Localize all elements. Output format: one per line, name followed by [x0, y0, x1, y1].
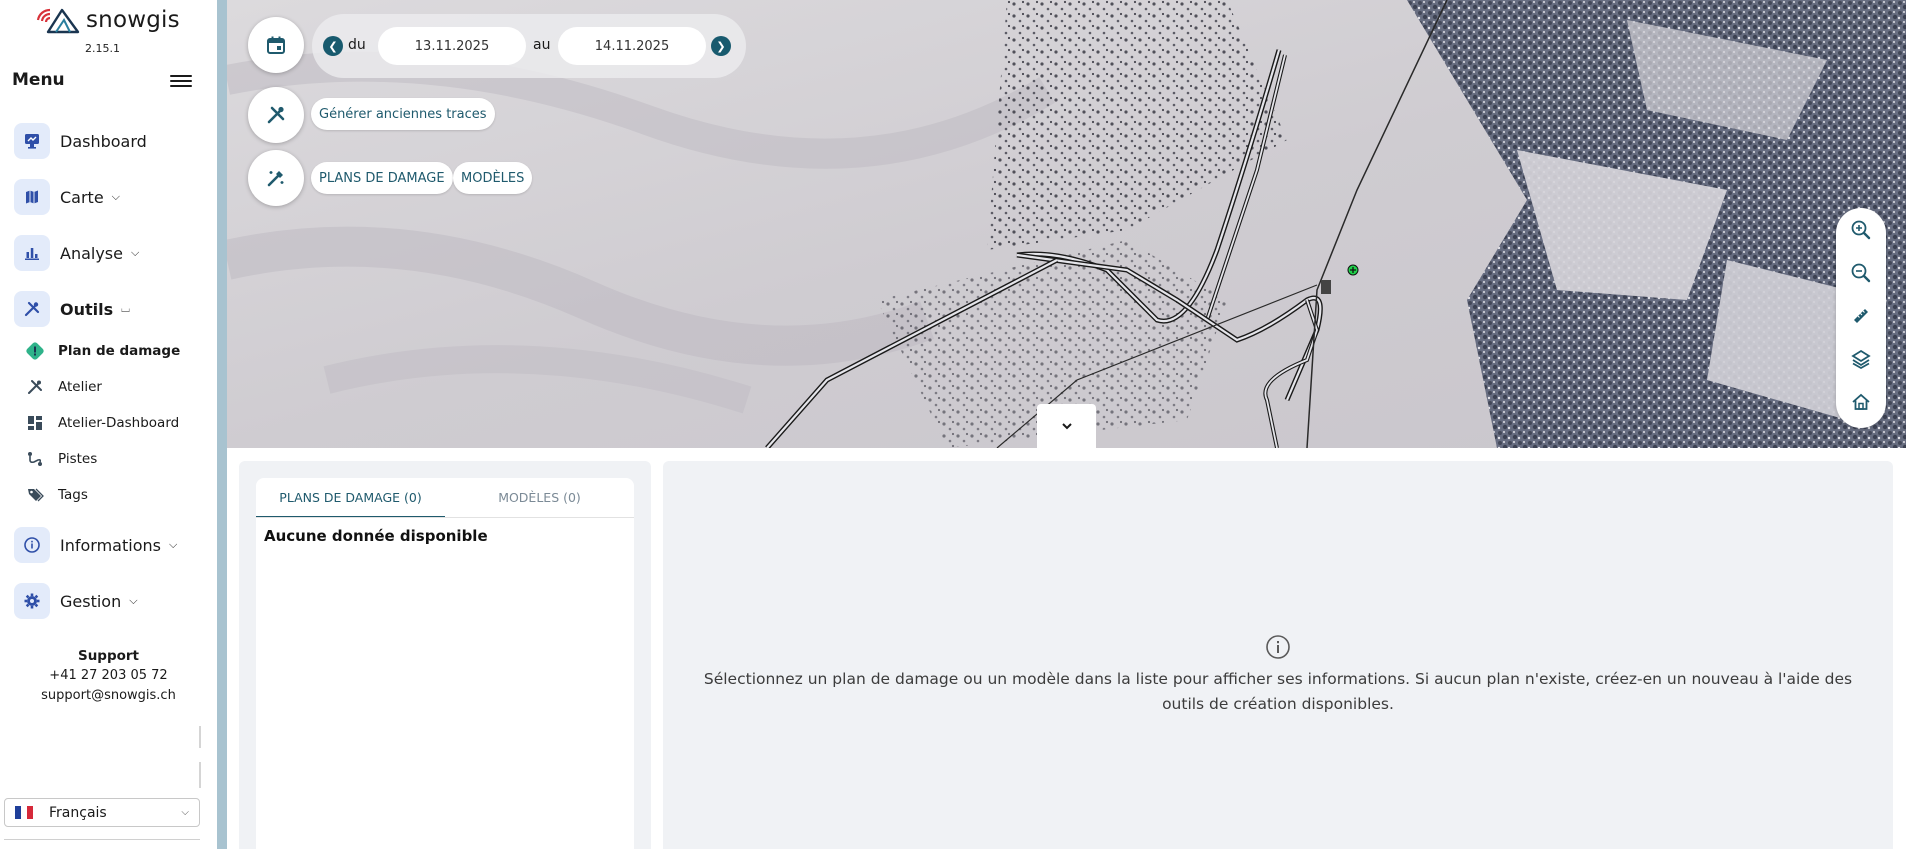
list-card: PLANS DE DAMAGE (0) MODÈLES (0) Aucune d… — [256, 478, 634, 849]
tab-modeles[interactable]: MODÈLES (0) — [445, 478, 634, 518]
info-icon — [14, 527, 50, 563]
ruler-icon — [1854, 309, 1868, 323]
next-date-button[interactable]: ❯ — [711, 36, 731, 56]
zoom-out-icon — [1851, 263, 1871, 283]
sidebar-subitem-label: Plan de damage — [58, 343, 181, 359]
tab-plans-de-damage[interactable]: PLANS DE DAMAGE (0) — [256, 478, 445, 518]
brand-logo[interactable]: snowgis — [36, 6, 180, 34]
layers-icon — [1851, 349, 1871, 370]
menu-title: Menu — [12, 70, 65, 90]
sidebar-item-carte[interactable]: Carte ⌵ — [14, 178, 120, 216]
sidebar-subitem-label: Atelier — [58, 379, 102, 395]
map-icon — [14, 179, 50, 215]
route-icon — [24, 448, 46, 470]
bar-chart-icon — [14, 235, 50, 271]
sidebar-item-informations[interactable]: Informations ⌵ — [14, 526, 177, 564]
sidebar-item-label: Gestion — [60, 591, 122, 611]
chevron-down-icon: ⌵ — [111, 190, 121, 203]
chevron-up-icon: ⌴ — [121, 302, 130, 315]
details-panel: Sélectionnez un plan de damage ou un mod… — [663, 461, 1893, 849]
support-email[interactable]: support@snowgis.ch — [0, 686, 217, 706]
app-version: 2.15.1 — [85, 42, 120, 55]
sidebar-subitem-label: Tags — [58, 487, 88, 503]
french-flag-icon — [15, 806, 33, 819]
info-circle-icon — [1266, 635, 1290, 659]
sidebar-item-label: Analyse — [60, 243, 123, 263]
chevron-down-icon — [1061, 423, 1072, 430]
sidebar-item-label: Outils — [60, 299, 114, 319]
details-info-text: Sélectionnez un plan de damage ou un mod… — [703, 670, 1853, 713]
map-view[interactable]: ❮ du au ❯ Générer anciennes traces PLANS… — [227, 0, 1906, 448]
sidebar-subitem-tags[interactable]: Tags — [24, 482, 88, 508]
brand-name: snowgis — [86, 7, 180, 33]
sidebar-subitem-atelier-dashboard[interactable]: Atelier-Dashboard — [24, 410, 179, 436]
sidebar-item-analyse[interactable]: Analyse ⌵ — [14, 234, 139, 272]
tools-icon — [14, 291, 50, 327]
home-button[interactable] — [1847, 388, 1875, 416]
tabs-divider — [256, 517, 634, 518]
dashboard-grid-icon — [24, 412, 46, 434]
sidebar-item-label: Carte — [60, 187, 104, 207]
wrench-icon — [24, 376, 46, 398]
sidebar-subitem-plan-de-damage[interactable]: Plan de damage — [24, 338, 180, 364]
empty-state-text: Aucune donnée disponible — [264, 527, 488, 545]
calendar-button[interactable] — [248, 17, 304, 73]
snowgis-logo-icon — [36, 8, 80, 34]
sidebar-item-label: Informations — [60, 535, 161, 555]
generate-traces-button[interactable]: Générer anciennes traces — [311, 98, 495, 130]
previous-date-button[interactable]: ❮ — [323, 36, 343, 56]
zoom-in-icon — [1851, 220, 1871, 240]
tools-icon — [267, 106, 285, 124]
monitor-icon — [14, 123, 50, 159]
gear-icon — [14, 583, 50, 619]
sidebar-item-gestion[interactable]: Gestion ⌵ — [14, 582, 138, 620]
plans-de-damage-button[interactable]: PLANS DE DAMAGE — [311, 162, 453, 194]
sidebar-subitem-atelier[interactable]: Atelier — [24, 374, 102, 400]
support-phone[interactable]: +41 27 203 05 72 — [0, 666, 217, 686]
sidebar-subitem-label: Pistes — [58, 451, 98, 467]
date-to-input[interactable] — [558, 27, 706, 65]
scrollbar-mark — [199, 726, 201, 748]
sidebar-edge — [217, 0, 227, 849]
map-tools-panel — [1836, 208, 1886, 428]
plan-diamond-icon — [24, 340, 46, 362]
measure-button[interactable] — [1847, 302, 1875, 330]
chevron-down-icon: ⌵ — [181, 807, 189, 818]
date-to-label: au — [533, 37, 551, 53]
support-title: Support — [77, 648, 140, 664]
calendar-icon — [267, 36, 285, 54]
hamburger-menu-icon[interactable] — [170, 72, 192, 90]
magic-edit-icon — [267, 171, 284, 187]
divider — [4, 839, 200, 840]
tags-icon — [24, 484, 46, 506]
sidebar-item-dashboard[interactable]: Dashboard — [14, 122, 147, 160]
chevron-down-icon: ⌵ — [168, 538, 178, 551]
sidebar-subitem-pistes[interactable]: Pistes — [24, 446, 97, 472]
sidebar: snowgis 2.15.1 Menu Dashboard Carte ⌵ An… — [0, 0, 217, 849]
layers-button[interactable] — [1847, 345, 1875, 373]
chevron-down-icon: ⌵ — [129, 594, 138, 607]
language-value: Français — [49, 804, 107, 821]
modeles-button[interactable]: MODÈLES — [453, 162, 533, 194]
zoom-out-button[interactable] — [1847, 259, 1875, 287]
language-select[interactable]: Français ⌵ — [4, 798, 200, 827]
zoom-in-button[interactable] — [1847, 216, 1875, 244]
scrollbar-mark — [199, 762, 201, 788]
sidebar-subitem-label: Atelier-Dashboard — [58, 415, 180, 431]
sidebar-item-label: Dashboard — [60, 131, 147, 151]
tools-button[interactable] — [248, 87, 304, 143]
plan-tools-button[interactable] — [248, 150, 304, 206]
date-from-input[interactable] — [378, 27, 526, 65]
chevron-down-icon: ⌵ — [130, 246, 140, 259]
sidebar-item-outils[interactable]: Outils ⌴ — [14, 290, 130, 328]
date-from-label: du — [348, 37, 366, 53]
collapse-map-button[interactable] — [1037, 404, 1096, 448]
home-icon — [1852, 393, 1870, 410]
support-block: Support +41 27 203 05 72 support@snowgis… — [0, 646, 217, 706]
date-range-bar: ❮ du au ❯ — [312, 14, 746, 78]
